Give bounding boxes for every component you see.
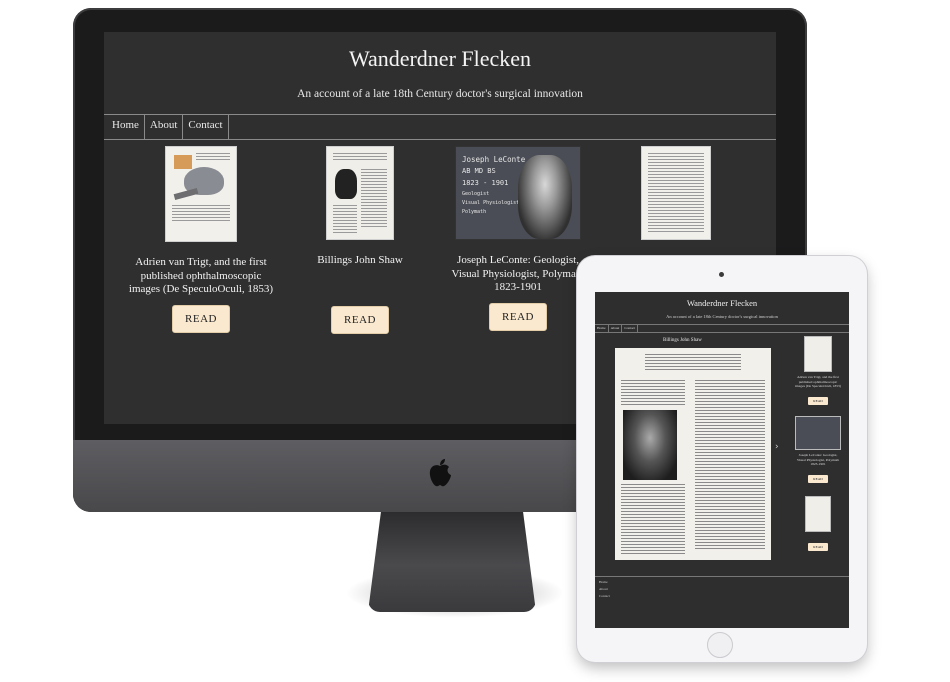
tablet-screen: Wanderdner Flecken An account of a late …	[595, 292, 849, 628]
sidebar-thumbnail[interactable]	[805, 496, 831, 532]
thumbnail-caption: Joseph LeConte	[462, 155, 526, 164]
thumbnail-text	[333, 153, 387, 162]
thumbnail-text	[196, 153, 230, 162]
sidebar-card: Joseph LeConte: Geologist, Visual Physio…	[795, 416, 841, 485]
read-button[interactable]: READ	[172, 304, 230, 333]
thumbnail-text	[361, 169, 387, 229]
site-subtitle: An account of a late 18th Century doctor…	[297, 88, 583, 100]
footer-link[interactable]: Home	[599, 580, 608, 584]
thumbnail-caption: AB MD BS	[462, 167, 496, 175]
thumbnail-caption: Visual Physiologist	[462, 200, 520, 206]
main-nav: Home About Contact	[104, 114, 776, 140]
footer-link[interactable]: Contact	[599, 594, 610, 598]
footer-link[interactable]: About	[599, 587, 608, 591]
tablet-nav-contact[interactable]: Contact	[622, 325, 639, 332]
imac-stand	[368, 508, 536, 612]
tablet-nav: Home About Contact	[595, 324, 849, 333]
sidebar-card: READ	[795, 496, 841, 553]
card-title: Joseph LeConte: Geologist, Visual Physio…	[451, 254, 585, 293]
thumbnail-text	[172, 205, 230, 223]
article-portrait	[623, 410, 677, 480]
sidebar-read-button[interactable]: READ	[808, 543, 828, 551]
thumbnail-caption: Geologist	[462, 191, 490, 197]
site-title: Wanderdner Flecken	[348, 46, 532, 71]
card-thumbnail[interactable]: Joseph LeConte AB MD BS 1823 - 1901 Geol…	[455, 146, 581, 240]
card-title: Adrien van Trigt, and the first publishe…	[128, 256, 274, 295]
article-column	[621, 484, 685, 556]
article-column	[695, 380, 765, 551]
sidebar-thumbnail[interactable]	[804, 336, 832, 372]
sidebar-card: Adrien van Trigt, and the first publishe…	[795, 336, 841, 407]
tablet-nav-about[interactable]: About	[609, 325, 623, 332]
tablet-site-subtitle: An account of a late 18th Century doctor…	[666, 314, 778, 319]
article-card: Adrien van Trigt, and the first publishe…	[126, 146, 276, 333]
sidebar-read-button[interactable]: READ	[808, 474, 828, 483]
home-button	[707, 632, 733, 658]
nav-contact[interactable]: Contact	[183, 115, 229, 139]
article-card: Joseph LeConte AB MD BS 1823 - 1901 Geol…	[443, 146, 593, 331]
sidebar-card-title: Adrien van Trigt, and the first publishe…	[795, 375, 841, 388]
thumbnail-text	[648, 153, 704, 234]
thumbnail-caption: Polymath	[462, 209, 487, 215]
sidebar-read-button[interactable]: READ	[808, 396, 828, 405]
thumbnail-illustration	[174, 155, 192, 169]
article-page-image	[615, 348, 771, 560]
thumbnail-portrait	[335, 169, 357, 199]
card-thumbnail[interactable]	[165, 146, 237, 242]
apple-logo-icon	[429, 459, 451, 487]
sidebar-card-title: Joseph LeConte: Geologist, Visual Physio…	[796, 453, 840, 466]
card-thumbnail[interactable]	[641, 146, 711, 240]
tablet-nav-home[interactable]: Home	[595, 325, 609, 332]
sidebar-thumbnail[interactable]	[795, 416, 841, 450]
tablet-frame: Wanderdner Flecken An account of a late …	[577, 256, 867, 662]
thumbnail-figure	[173, 187, 199, 201]
camera-icon	[719, 272, 724, 277]
tablet-site-title: Wanderdner Flecken	[686, 298, 758, 308]
read-button[interactable]: READ	[331, 305, 389, 334]
card-title: Billings John Shaw	[317, 254, 403, 266]
article-column	[621, 380, 685, 407]
footer-divider	[595, 576, 849, 577]
read-button[interactable]: READ	[489, 302, 547, 331]
thumbnail-caption: 1823 - 1901	[462, 179, 509, 187]
chevron-right-icon[interactable]: ›	[775, 442, 779, 452]
thumbnail-text	[333, 205, 357, 235]
nav-about[interactable]: About	[145, 115, 184, 139]
card-thumbnail[interactable]	[326, 146, 394, 240]
nav-home[interactable]: Home	[104, 115, 145, 139]
article-heading: Billings John Shaw	[663, 338, 702, 343]
article-card	[601, 146, 751, 240]
article-masthead	[645, 354, 741, 372]
article-card: Billings John Shaw READ	[285, 146, 435, 334]
thumbnail-portrait	[518, 155, 572, 239]
